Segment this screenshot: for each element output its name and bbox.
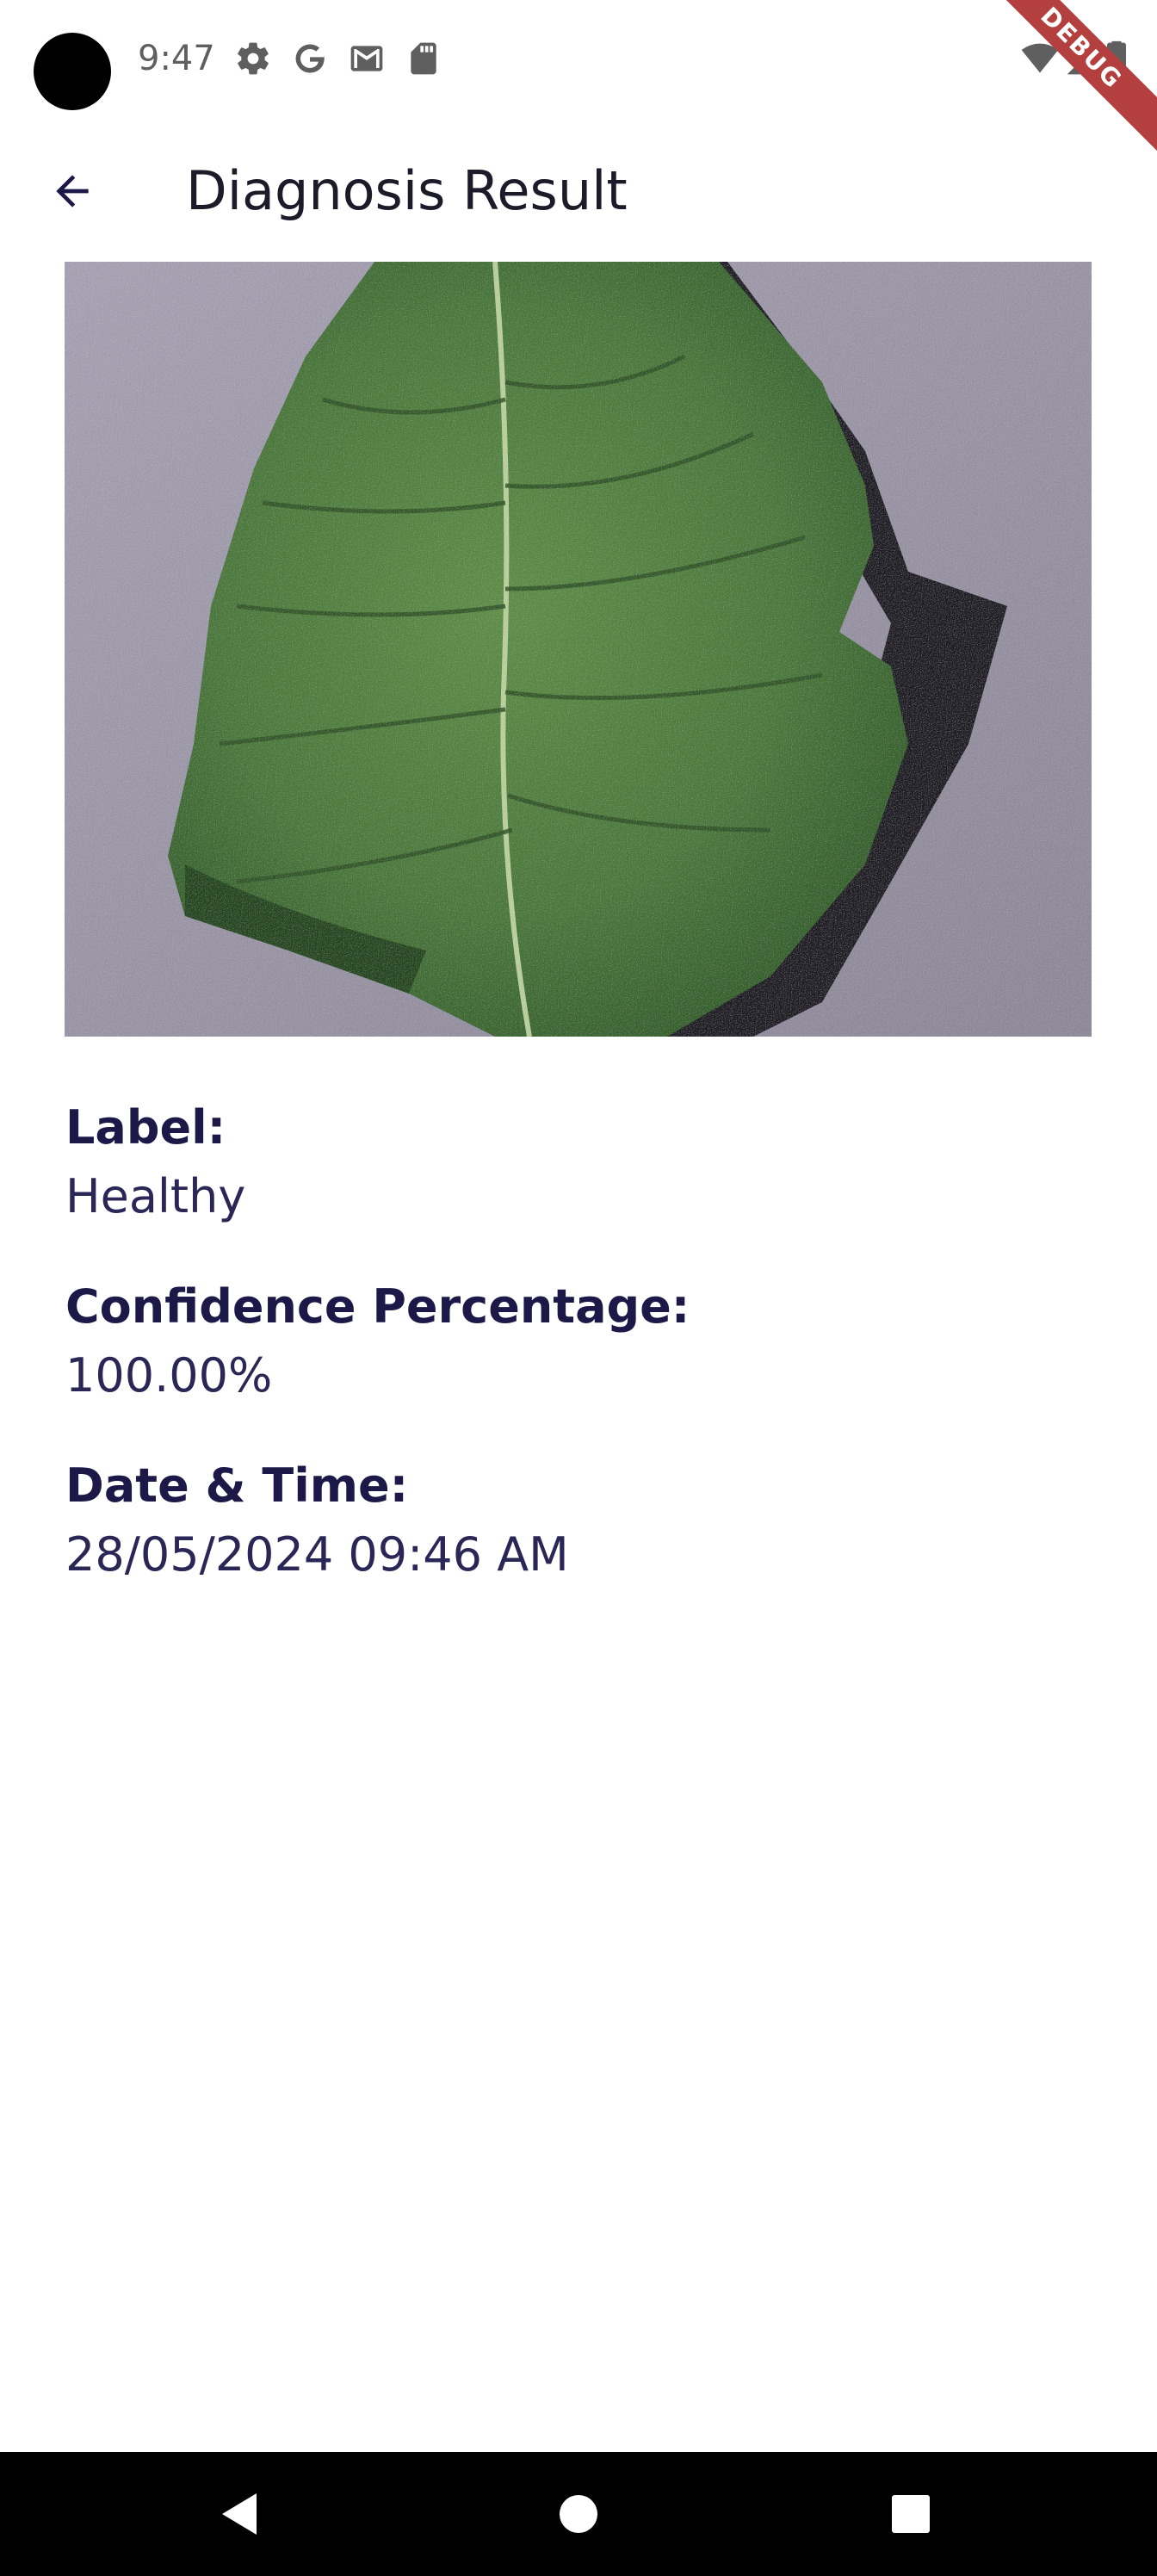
app-bar: Diagnosis Result	[0, 129, 1157, 250]
nav-recents-icon	[892, 2495, 930, 2533]
gmail-icon	[348, 40, 386, 77]
confidence-value: 100.00%	[65, 1348, 273, 1403]
settings-gear-icon	[234, 40, 272, 77]
nav-back-icon	[222, 2493, 257, 2535]
status-time: 9:47	[138, 39, 215, 78]
datetime-section: Date & Time: 28/05/2024 09:46 AM	[65, 1453, 1098, 1591]
nav-home-button[interactable]	[548, 2483, 609, 2545]
status-bar: 9:47 DEBUG	[0, 0, 1157, 153]
arrow-back-icon	[56, 175, 89, 207]
label-heading: Label:	[65, 1100, 226, 1155]
system-nav-bar	[0, 2452, 1157, 2576]
leaf-photo	[65, 262, 1092, 1037]
datetime-heading: Date & Time:	[65, 1458, 409, 1513]
label-value: Healthy	[65, 1169, 246, 1223]
google-g-icon	[291, 40, 329, 77]
diagnosis-result-screen: 9:47 DEBUG Diagnosis Result Label: Healt…	[0, 0, 1157, 2576]
confidence-section: Confidence Percentage: 100.00%	[65, 1274, 1098, 1412]
page-title: Diagnosis Result	[186, 159, 628, 222]
nav-recents-button[interactable]	[880, 2483, 942, 2545]
back-button[interactable]	[34, 153, 110, 229]
nav-home-icon	[560, 2495, 597, 2533]
camera-cutout	[34, 33, 111, 110]
nav-back-button[interactable]	[208, 2483, 270, 2545]
datetime-value: 28/05/2024 09:46 AM	[65, 1527, 569, 1582]
sd-card-icon	[405, 40, 442, 77]
label-section: Label: Healthy	[65, 1095, 1098, 1233]
confidence-heading: Confidence Percentage:	[65, 1279, 690, 1334]
diagnosis-details: Label: Healthy Confidence Percentage: 10…	[65, 1095, 1098, 1632]
